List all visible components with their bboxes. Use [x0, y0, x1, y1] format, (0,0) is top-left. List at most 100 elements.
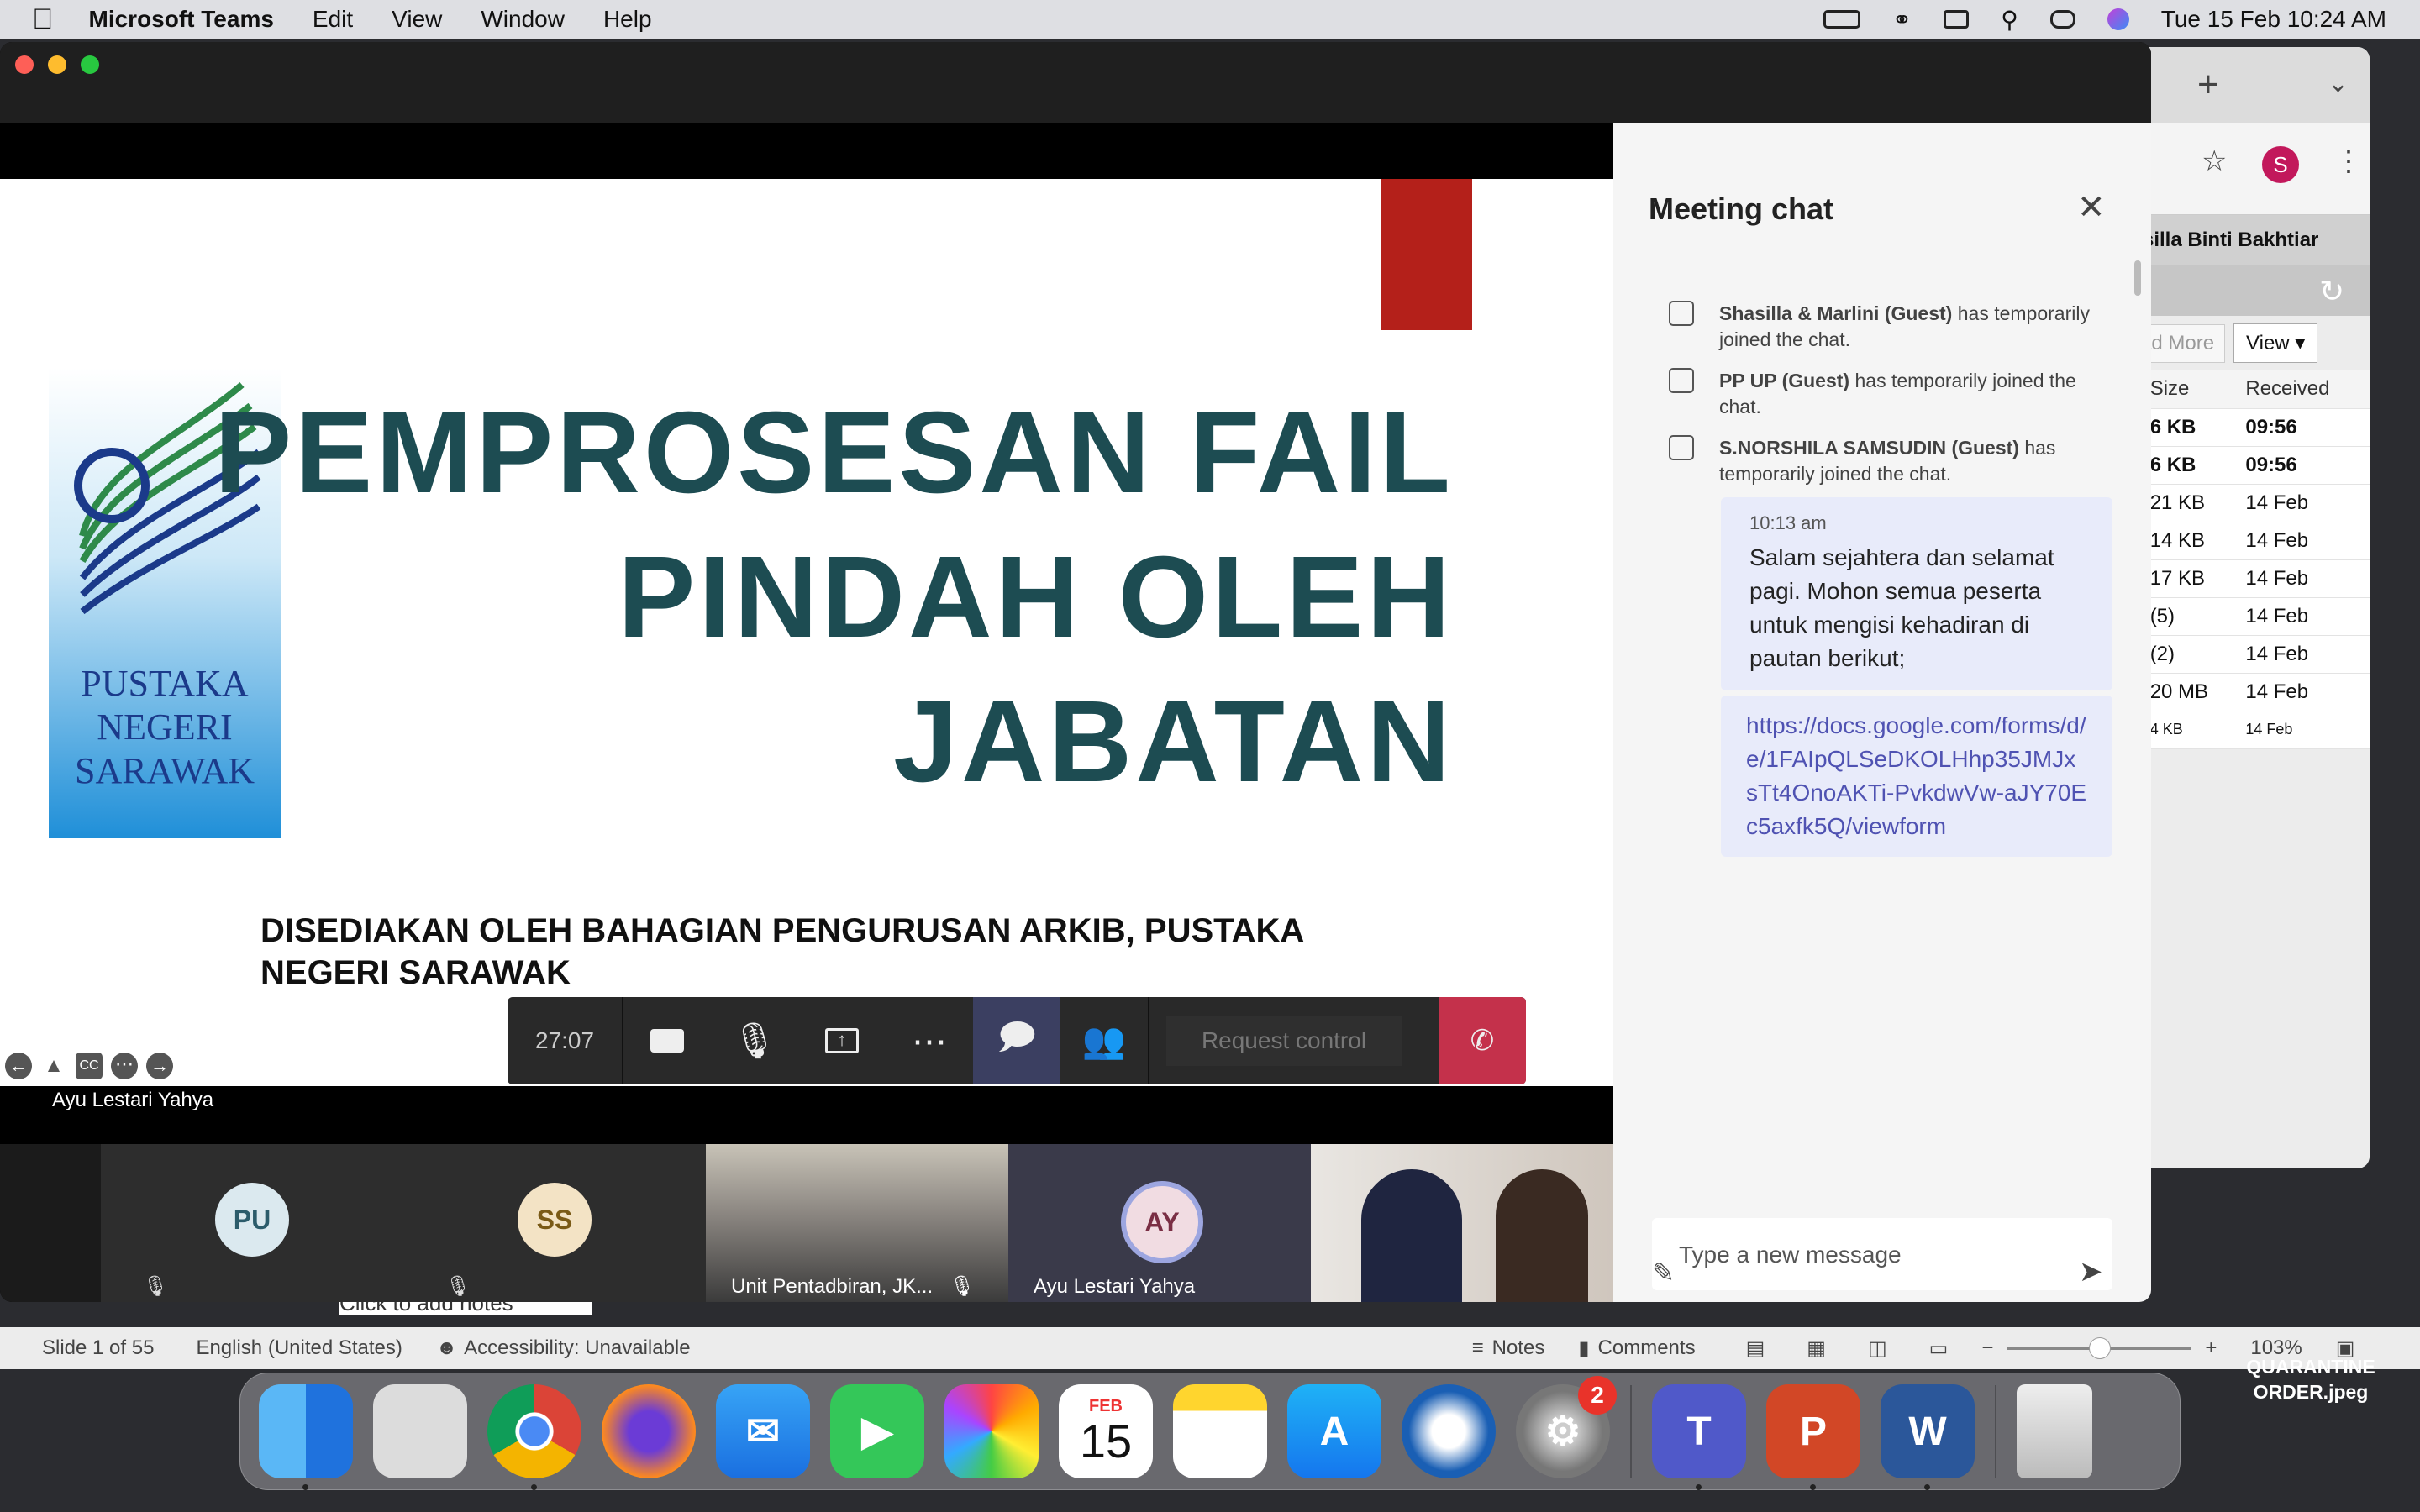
wifi-icon[interactable]: ⚭: [1892, 6, 1912, 34]
profile-avatar[interactable]: S: [2262, 146, 2299, 183]
view-button[interactable]: View ▾: [2233, 323, 2318, 363]
accessibility-status[interactable]: Accessibility: Unavailable: [464, 1336, 690, 1360]
trash-icon[interactable]: [2017, 1384, 2092, 1478]
table-row[interactable]: A6 KB09:56: [2118, 446, 2370, 485]
camera-button[interactable]: [623, 997, 711, 1084]
notes-icon[interactable]: ≡: [1472, 1336, 1484, 1360]
system-message: PP UP (Guest) has temporarily joined the…: [1719, 370, 2076, 417]
zoom-in-icon[interactable]: +: [2205, 1336, 2217, 1360]
finder-icon[interactable]: [259, 1384, 353, 1490]
send-icon[interactable]: ➤: [2079, 1255, 2103, 1289]
chevron-down-icon[interactable]: ⌄: [2328, 69, 2349, 98]
col-size[interactable]: Size: [2141, 370, 2238, 409]
more-actions-button[interactable]: ⋯: [886, 997, 973, 1084]
menu-app-name[interactable]: Microsoft Teams: [89, 6, 274, 33]
prev-slide-icon[interactable]: ←: [5, 1053, 32, 1079]
calendar-icon[interactable]: FEB 15: [1059, 1384, 1153, 1478]
zoom-slider[interactable]: [2007, 1336, 2192, 1359]
zoom-out-icon[interactable]: −: [1981, 1336, 1993, 1360]
keyboard-icon[interactable]: [1944, 10, 1970, 29]
desktop-file-label[interactable]: QUARANTINE ORDER.jpeg: [2227, 1354, 2395, 1404]
table-row[interactable]: 20 MB 14 Feb: [2118, 673, 2370, 711]
star-icon[interactable]: ☆: [2202, 144, 2227, 178]
word-icon[interactable]: W: [1881, 1384, 1975, 1490]
table-row[interactable]: (2) 14 Feb: [2118, 635, 2370, 674]
table-row[interactable]: a14 KB14 Feb: [2118, 522, 2370, 560]
col-received[interactable]: Received: [2237, 370, 2370, 409]
thunderbird-icon[interactable]: [1402, 1384, 1496, 1478]
request-control-button[interactable]: Request control: [1166, 1016, 1402, 1066]
minimize-window-button[interactable]: [48, 55, 66, 74]
presenter-name: Ayu Lestari Yahya: [52, 1089, 214, 1111]
participant-tile[interactable]: PU 🎙: [101, 1144, 403, 1302]
system-preferences-icon[interactable]: ⚙ 2: [1516, 1376, 1617, 1478]
format-icon[interactable]: ✎: [1652, 1257, 1675, 1289]
close-window-button[interactable]: [15, 55, 34, 74]
siri-icon[interactable]: [2107, 8, 2129, 30]
participant-tile[interactable]: AY Ayu Lestari Yahya: [1008, 1144, 1311, 1302]
normal-view-icon[interactable]: ▤: [1746, 1336, 1765, 1361]
chrome-icon[interactable]: [487, 1384, 581, 1490]
message-link[interactable]: https://docs.google.com/forms/d/e/1FAIpQ…: [1746, 709, 2087, 843]
photos-icon[interactable]: [944, 1384, 1039, 1478]
table-row[interactable]: f21 KB14 Feb: [2118, 484, 2370, 522]
menu-view[interactable]: View: [392, 6, 442, 33]
next-slide-icon[interactable]: →: [146, 1053, 173, 1079]
shared-screen[interactable]: PUSTAKA NEGERI SARAWAK PEMPROSESAN FAIL …: [0, 179, 1613, 1086]
mail-icon[interactable]: ✉: [716, 1384, 810, 1478]
browser-tabbar: + ⌄: [2118, 47, 2370, 123]
sorter-view-icon[interactable]: ▦: [1807, 1336, 1826, 1361]
table-row[interactable]: A6 KB09:56: [2118, 408, 2370, 447]
share-button[interactable]: ↑: [798, 997, 886, 1084]
more-icon[interactable]: ⋮: [2334, 144, 2363, 178]
system-message: Shasilla & Marlini (Guest) has temporari…: [1719, 302, 2090, 350]
menu-help[interactable]: Help: [603, 6, 652, 33]
teams-icon[interactable]: T: [1652, 1384, 1746, 1490]
battery-icon[interactable]: [1823, 10, 1860, 29]
comments-button[interactable]: Comments: [1598, 1336, 1696, 1360]
menu-edit[interactable]: Edit: [313, 6, 353, 33]
app-store-icon[interactable]: A: [1287, 1384, 1381, 1478]
leave-call-button[interactable]: ✆: [1439, 997, 1526, 1084]
refresh-icon[interactable]: ↻: [2319, 274, 2344, 309]
notes-button[interactable]: Notes: [1492, 1336, 1545, 1360]
zoom-slider-thumb[interactable]: [2089, 1336, 2112, 1359]
pointer-icon[interactable]: ▲: [40, 1053, 67, 1079]
notes-app-icon[interactable]: [1173, 1384, 1267, 1478]
language-status[interactable]: English (United States): [196, 1336, 402, 1360]
participant-tile[interactable]: SS 🎙: [403, 1144, 706, 1302]
chat-message[interactable]: https://docs.google.com/forms/d/e/1FAIpQ…: [1721, 696, 2112, 857]
participants-button[interactable]: 👥: [1060, 997, 1148, 1084]
mic-button[interactable]: 🎙: [711, 997, 798, 1084]
close-icon[interactable]: ✕: [2077, 188, 2106, 227]
control-center-icon[interactable]: [2049, 10, 2075, 29]
menubar-clock[interactable]: Tue 15 Feb 10:24 AM: [2161, 6, 2386, 33]
chat-message[interactable]: 10:13 am Salam sejahtera dan selamat pag…: [1721, 497, 2112, 690]
captions-icon[interactable]: CC: [76, 1053, 103, 1079]
slideshow-view-icon[interactable]: ▭: [1929, 1336, 1949, 1361]
reading-view-icon[interactable]: ◫: [1868, 1336, 1887, 1361]
fullscreen-window-button[interactable]: [81, 55, 99, 74]
menu-window[interactable]: Window: [481, 6, 565, 33]
chat-button[interactable]: 🗩: [973, 997, 1060, 1084]
participant-tile[interactable]: [1311, 1144, 1613, 1302]
mail-table: Size Received A6 KB09:56 A6 KB09:56 f21 …: [2118, 370, 2370, 749]
launchpad-icon[interactable]: [373, 1384, 467, 1478]
compose-input[interactable]: Type a new message: [1652, 1218, 2112, 1290]
facetime-icon[interactable]: ▶: [830, 1384, 924, 1478]
powerpoint-icon[interactable]: P: [1766, 1384, 1860, 1490]
chat-scrollbar[interactable]: [2134, 260, 2141, 296]
mic-off-icon: 🎙: [950, 1275, 976, 1298]
table-row[interactable]: A17 KB14 Feb: [2118, 559, 2370, 598]
search-icon[interactable]: ⚲: [2001, 6, 2018, 34]
participant-tile[interactable]: Unit Pentadbiran, JK... 🎙: [706, 1144, 1008, 1302]
table-row[interactable]: ei(5)14 Feb: [2118, 597, 2370, 636]
firefox-icon[interactable]: [602, 1384, 696, 1478]
comments-icon[interactable]: ▮: [1578, 1336, 1589, 1361]
apple-icon[interactable]: : [32, 3, 54, 36]
new-tab-icon[interactable]: +: [2197, 64, 2219, 106]
more-options-icon[interactable]: ⋯: [111, 1053, 138, 1079]
slide-counter: Slide 1 of 55: [42, 1336, 155, 1359]
table-row[interactable]: 4 KB 14 Feb: [2118, 711, 2370, 749]
accessibility-icon[interactable]: ☻: [436, 1336, 457, 1360]
